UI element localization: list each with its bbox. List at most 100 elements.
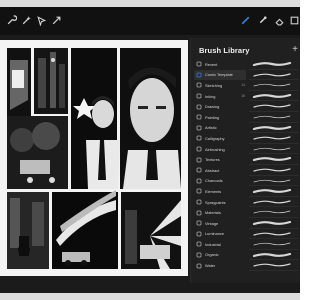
- ink-drop-icon: [196, 93, 202, 99]
- stroke-shape: [253, 242, 291, 246]
- brush-stroke-preview[interactable]: [249, 197, 299, 208]
- stroke-shape: [253, 200, 291, 204]
- wrench-icon[interactable]: [6, 15, 17, 26]
- brush-stroke-preview[interactable]: [249, 91, 299, 102]
- stroke-shape: [253, 104, 291, 108]
- stroke-shape: [253, 136, 291, 140]
- stroke-shape: [252, 157, 292, 162]
- stroke-shape: [252, 252, 292, 257]
- brush-stroke-preview[interactable]: [249, 250, 299, 261]
- comic-artwork: [0, 40, 188, 276]
- stroke-shape: [252, 61, 292, 67]
- brush-set-label: Abstract: [205, 167, 220, 173]
- cube-icon: [196, 210, 202, 216]
- brush-stroke-preview[interactable]: [249, 101, 299, 112]
- brush-stroke-preview[interactable]: [249, 186, 299, 197]
- brush-stroke-preview[interactable]: [249, 165, 299, 176]
- brush-set-label: Vintage: [205, 220, 219, 226]
- eraser-icon[interactable]: [274, 15, 285, 26]
- brush-set-item[interactable]: Recent: [194, 59, 246, 70]
- brush-set-label: Water: [205, 263, 216, 269]
- brush-stroke-preview[interactable]: [249, 123, 299, 134]
- brush-set-label: Artistic: [205, 125, 217, 131]
- add-brush-button[interactable]: +: [292, 44, 298, 55]
- clock-icon: [196, 61, 202, 67]
- brush-set-item[interactable]: Elements: [194, 186, 246, 197]
- spray-can-icon: [196, 199, 202, 205]
- brush-set-item[interactable]: Artistic: [194, 123, 246, 134]
- brush-stroke-preview[interactable]: [249, 133, 299, 144]
- brush-set-label: Charcoals: [205, 178, 223, 184]
- stroke-shape: [252, 125, 292, 130]
- smudge-icon[interactable]: [257, 15, 268, 26]
- brush-stroke-preview[interactable]: [249, 176, 299, 187]
- brush-set-item[interactable]: Abstract: [194, 165, 246, 176]
- sparkle-icon: [196, 231, 202, 237]
- anvil-icon: [196, 241, 202, 247]
- transform-arrow-icon[interactable]: [51, 15, 62, 26]
- brush-set-label: Calligraphy: [205, 135, 225, 141]
- brush-set-item[interactable]: Comic Template: [194, 69, 246, 81]
- stroke-shape: [253, 168, 291, 172]
- brush-set-item[interactable]: Textures: [194, 154, 246, 165]
- spiral-icon: [196, 104, 202, 110]
- brush-set-label: Textures: [205, 157, 220, 163]
- brush-set-label: Comic Template: [205, 72, 233, 78]
- brush-set-item[interactable]: Calligraphy: [194, 133, 246, 144]
- brush-library-title: Brush Library: [199, 46, 250, 55]
- brush-stroke-preview[interactable]: [249, 260, 299, 271]
- brush-set-item[interactable]: Water: [194, 260, 246, 271]
- nib-icon: [196, 135, 202, 141]
- spray-icon: [196, 146, 202, 152]
- stroke-shape: [252, 189, 292, 194]
- brush-set-item[interactable]: Spraypaints: [194, 197, 246, 208]
- brush-set-item[interactable]: Organic: [194, 250, 246, 261]
- brush-set-item[interactable]: Airbrushing: [194, 144, 246, 155]
- triangle-icon: [196, 167, 202, 173]
- brush-icon: [196, 72, 202, 78]
- brush-set-label: Inking: [205, 93, 216, 99]
- brush-set-label: Materials: [205, 210, 221, 216]
- brush-set-item[interactable]: Industrial: [194, 239, 246, 250]
- magic-wand-icon[interactable]: [21, 15, 32, 26]
- brush-set-item[interactable]: Inking 16: [194, 91, 246, 102]
- brush-set-item[interactable]: Painting: [194, 112, 246, 123]
- brush-icon[interactable]: [240, 15, 251, 26]
- pencil-icon: [196, 82, 202, 88]
- brush-stroke-preview[interactable]: [249, 112, 299, 123]
- stroke-shape: [252, 93, 292, 98]
- brush-stroke-preview[interactable]: [249, 207, 299, 218]
- brush-stroke-preview[interactable]: [249, 59, 299, 70]
- brush-set-item[interactable]: Vintage: [194, 218, 246, 229]
- brush-set-label: Organic: [205, 252, 219, 258]
- leaf-icon: [196, 252, 202, 258]
- brush-library-panel: Brush Library + Recent Comic Template Sket…: [190, 38, 300, 283]
- device-frame: Brush Library + Recent Comic Template Sket…: [0, 0, 300, 300]
- brush-stroke-preview[interactable]: [249, 218, 299, 229]
- brush-stroke-preview[interactable]: [249, 154, 299, 165]
- stroke-shape: [253, 210, 291, 214]
- brush-set-label: Painting: [205, 114, 220, 120]
- brush-set-item[interactable]: Charcoals: [194, 176, 246, 187]
- brush-set-item[interactable]: Sketching 14: [194, 80, 246, 91]
- stroke-shape: [253, 179, 291, 182]
- brush-stroke-preview[interactable]: [249, 80, 299, 91]
- brush-set-label: Recent: [205, 61, 218, 67]
- brush-stroke-preview[interactable]: [249, 229, 299, 240]
- stroke-shape: [252, 220, 292, 226]
- brush-set-label: Elements: [205, 188, 222, 194]
- layers-icon[interactable]: [289, 15, 300, 26]
- stroke-shape: [253, 263, 291, 267]
- brush-set-item[interactable]: Materials: [194, 207, 246, 218]
- stroke-shape: [253, 72, 291, 77]
- stroke-shape: [253, 83, 291, 87]
- brush-stroke-preview[interactable]: [249, 70, 299, 81]
- star-icon: [196, 220, 202, 226]
- brush-stroke-preview[interactable]: [249, 144, 299, 155]
- selection-icon[interactable]: [36, 15, 47, 26]
- brush-preview-list: [249, 59, 299, 271]
- brush-stroke-preview[interactable]: [249, 239, 299, 250]
- comic-canvas[interactable]: [0, 40, 188, 276]
- brush-set-item[interactable]: Drawing: [194, 101, 246, 112]
- brush-set-item[interactable]: Luminance: [194, 229, 246, 240]
